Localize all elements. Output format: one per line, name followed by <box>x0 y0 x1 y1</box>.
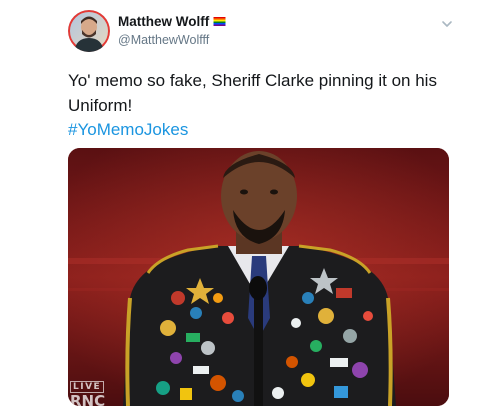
rnc-label: RNC <box>70 392 106 406</box>
rainbow-flag-icon <box>213 17 226 26</box>
hashtag-link[interactable]: #YoMemoJokes <box>68 117 188 142</box>
author-name-row[interactable]: Matthew Wolff <box>118 14 226 29</box>
tweet-text: Yo' memo so fake, Sheriff Clarke pinning… <box>68 71 437 115</box>
live-rnc-watermark: LIVE RNC <box>70 374 108 406</box>
tweet-media-photo[interactable]: LIVE RNC <box>68 148 449 406</box>
chevron-down-icon[interactable] <box>440 17 454 31</box>
author-avatar[interactable] <box>68 10 110 52</box>
avatar-photo <box>68 10 110 52</box>
author-display-name[interactable]: Matthew Wolff <box>118 14 209 29</box>
author-handle[interactable]: @MatthewWolfff <box>118 33 209 47</box>
sheriff-uniform-photo <box>68 148 449 406</box>
